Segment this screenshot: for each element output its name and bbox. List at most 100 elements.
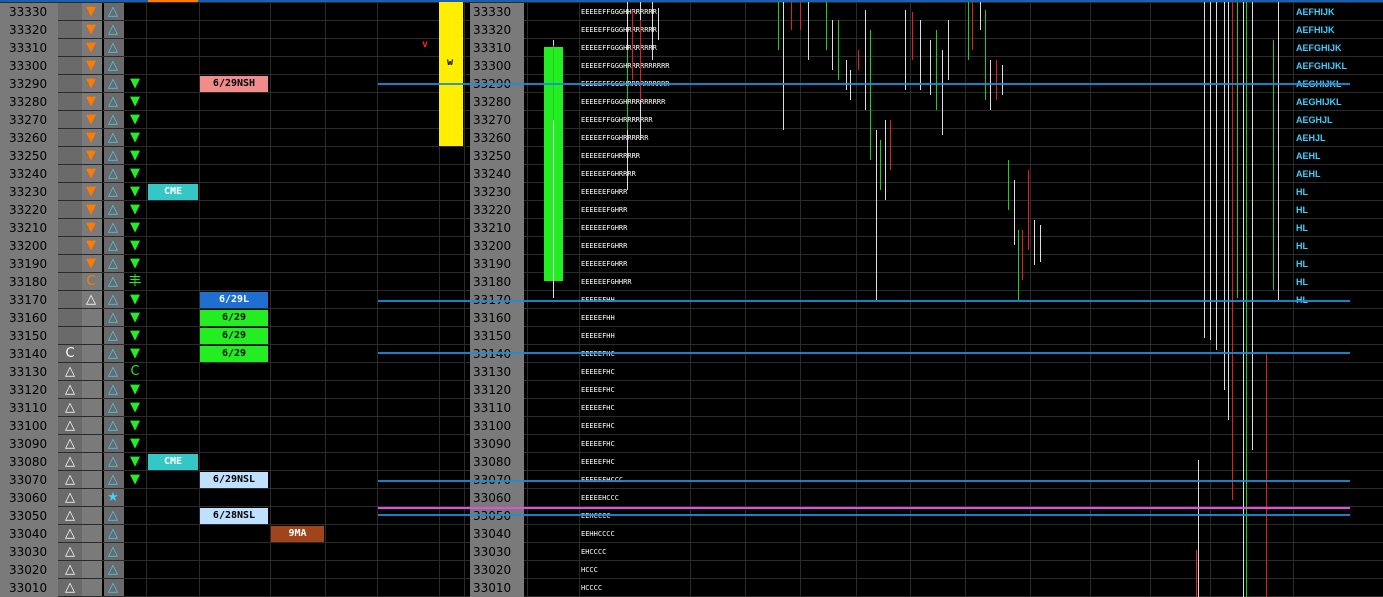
candle-wick <box>846 60 847 90</box>
col3-up-triangle-icon: △ <box>108 328 118 343</box>
grid-row-line <box>0 92 1383 93</box>
candle-wick <box>905 10 906 90</box>
price-center: 33190 <box>470 255 524 273</box>
grid-row-line <box>0 74 1383 75</box>
grid-col-line <box>325 2 326 597</box>
tpo-row: EEEEEFFGGGHRRRRRRR <box>581 26 657 34</box>
price-left: 33280 <box>0 93 58 111</box>
col3-up-triangle-icon: △ <box>108 544 118 559</box>
candle-wick <box>948 20 949 80</box>
col2-down-triangle-icon: ▼ <box>86 166 96 181</box>
candle-wick <box>1008 160 1009 210</box>
price-left: 33020 <box>0 561 58 579</box>
price-left: 33310 <box>0 39 58 57</box>
level-tag: CME <box>148 454 198 470</box>
period-label: AEFGHIJKL <box>1296 61 1348 71</box>
price-center: 33020 <box>470 561 524 579</box>
col4-down-triangle-icon: ▼ <box>130 184 140 199</box>
col3-up-triangle-icon: △ <box>108 40 118 55</box>
tpo-row: EEEEEEFGHRR <box>581 206 628 214</box>
period-label: HL <box>1296 205 1308 215</box>
price-left: 33270 <box>0 111 58 129</box>
col4-down-triangle-icon: ▼ <box>130 166 140 181</box>
period-label: AEGHJL <box>1296 115 1333 125</box>
grid-row-line <box>0 542 1383 543</box>
candle-wick <box>838 20 839 80</box>
grid-row-line <box>0 434 1383 435</box>
col3-up-triangle-icon: △ <box>108 274 118 289</box>
price-center: 33310 <box>470 39 524 57</box>
candle-wick <box>1204 2 1205 338</box>
grid-row-line <box>0 578 1383 579</box>
candle-wick <box>890 120 891 170</box>
period-label: AEFHIJK <box>1296 7 1335 17</box>
col3-up-triangle-icon: △ <box>108 202 118 217</box>
period-label: HL <box>1296 223 1308 233</box>
level-line-magenta <box>378 507 1350 509</box>
price-left: 33170 <box>0 291 58 309</box>
grid-row-line <box>0 524 1383 525</box>
col4-down-triangle-icon: ▼ <box>130 292 140 307</box>
level-tag: 6/28NSL <box>200 508 268 524</box>
candle-wick <box>1252 2 1253 450</box>
grid-row-line <box>0 110 1383 111</box>
price-center: 33060 <box>470 489 524 507</box>
col1-up-triangle-icon: △ <box>65 490 75 505</box>
candle-wick <box>930 40 931 95</box>
tpo-row: EEEEEFFGGHRRRRRRR <box>581 116 653 124</box>
candle-wick <box>1014 180 1015 245</box>
candle-wick <box>1210 2 1211 340</box>
period-label: HL <box>1296 259 1308 269</box>
tpo-row: EEEEEEFGHRR <box>581 188 628 196</box>
price-center: 33120 <box>470 381 524 399</box>
price-center: 33130 <box>470 363 524 381</box>
price-left: 33150 <box>0 327 58 345</box>
tpo-row: EEEEEFHC <box>581 422 615 430</box>
col4-down-triangle-icon: ▼ <box>130 310 140 325</box>
col3-up-triangle-icon: △ <box>108 562 118 577</box>
candle-wick <box>1028 170 1029 250</box>
tpo-row: EEEEEFFGGGHHRRRRRR <box>581 8 657 16</box>
candle-wick <box>885 120 886 200</box>
tpo-row: EEEEEFHC <box>581 458 615 466</box>
price-left: 33260 <box>0 129 58 147</box>
tpo-row: EEEEEFHH <box>581 314 615 322</box>
price-center: 33150 <box>470 327 524 345</box>
grid-row-line <box>0 398 1383 399</box>
col2-down-triangle-icon: ▼ <box>86 4 96 19</box>
col1-c-marker: C <box>65 346 75 361</box>
grid-row-line <box>0 416 1383 417</box>
grid-row-line <box>0 236 1383 237</box>
grid-row-line <box>0 380 1383 381</box>
price-left: 33030 <box>0 543 58 561</box>
price-left: 33290 <box>0 75 58 93</box>
price-center: 33090 <box>470 435 524 453</box>
level-line <box>378 83 1350 85</box>
period-label: AEGHIJKL <box>1296 97 1342 107</box>
candle-wick <box>652 2 653 60</box>
price-center: 33040 <box>470 525 524 543</box>
price-center: 33160 <box>470 309 524 327</box>
grid-row-line <box>0 200 1383 201</box>
price-left: 33190 <box>0 255 58 273</box>
grid-row-line <box>0 182 1383 183</box>
price-center: 33280 <box>470 93 524 111</box>
period-label: HL <box>1296 277 1308 287</box>
price-center: 33030 <box>470 543 524 561</box>
grid-row-line <box>0 20 1383 21</box>
tpo-row: HCCC <box>581 566 598 574</box>
grid-row-line <box>0 254 1383 255</box>
grid-row-line <box>0 470 1383 471</box>
col1-up-triangle-icon: △ <box>65 562 75 577</box>
candle-wick <box>1216 2 1217 350</box>
col2-up-triangle-icon: △ <box>86 292 96 307</box>
tpo-row: EEEEEFHC <box>581 350 615 358</box>
grid-col-line <box>146 2 147 597</box>
col1-up-triangle-icon: △ <box>65 508 75 523</box>
level-line <box>378 480 1350 482</box>
candle-wick <box>865 10 866 110</box>
col3-up-triangle-icon: △ <box>108 346 118 361</box>
col1-up-triangle-icon: △ <box>65 454 75 469</box>
tpo-row: EEEEEFHH <box>581 332 615 340</box>
grid-row-line <box>0 2 1383 3</box>
